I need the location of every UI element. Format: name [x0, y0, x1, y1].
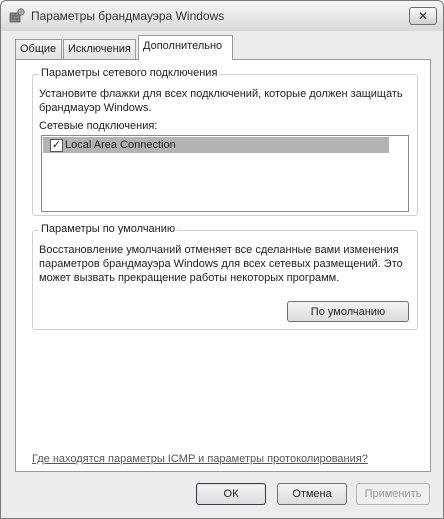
restore-defaults-button[interactable]: По умолчанию [287, 301, 409, 322]
tab-exceptions[interactable]: Исключения [63, 39, 136, 59]
defaults-description: Восстановление умолчаний отменяет все сд… [39, 244, 403, 284]
cancel-button[interactable]: Отмена [277, 483, 347, 505]
tab-advanced[interactable]: Дополнительно [138, 35, 233, 60]
list-item-local-area-connection[interactable]: ✓ Local Area Connection [43, 137, 389, 153]
cancel-label: Отмена [292, 488, 332, 500]
checkmark-icon: ✓ [51, 138, 62, 151]
network-connections-list[interactable]: ✓ Local Area Connection [41, 135, 409, 212]
restore-defaults-label: По умолчанию [310, 305, 386, 318]
connection-checkbox[interactable]: ✓ [50, 138, 63, 152]
ok-label: ОК [223, 488, 239, 500]
connection-label: Local Area Connection [65, 139, 176, 151]
tab-panel-advanced: Параметры сетевого подключения Установит… [15, 59, 431, 472]
close-icon: ✕ [417, 9, 429, 23]
tab-general[interactable]: Общие [15, 39, 62, 59]
network-connection-group: Параметры сетевого подключения Установит… [32, 67, 418, 216]
apply-label: Применить [364, 488, 422, 500]
defaults-group-title: Параметры по умолчанию [39, 223, 178, 235]
tab-exceptions-label: Исключения [68, 43, 131, 55]
network-description: Установите флажки для всех подключений, … [39, 88, 403, 114]
apply-button[interactable]: Применить [356, 483, 430, 505]
tab-advanced-label: Дополнительно [143, 40, 223, 52]
close-button[interactable]: ✕ [409, 7, 437, 25]
network-list-label: Сетевые подключения: [39, 120, 158, 132]
title-bar[interactable]: Параметры брандмауэра Windows ✕ [1, 1, 443, 31]
tab-general-label: Общие [20, 43, 57, 55]
ok-button[interactable]: ОК [196, 483, 266, 505]
icmp-logging-help-link[interactable]: Где находятся параметры ICMP и параметры… [32, 453, 368, 465]
defaults-group: Параметры по умолчанию Восстановление ум… [32, 223, 418, 330]
firewall-app-icon [9, 8, 25, 23]
window-title: Параметры брандмауэра Windows [31, 9, 225, 23]
network-group-title: Параметры сетевого подключения [39, 67, 220, 79]
firewall-settings-window: Параметры брандмауэра Windows ✕ Общие Ис… [0, 0, 444, 519]
